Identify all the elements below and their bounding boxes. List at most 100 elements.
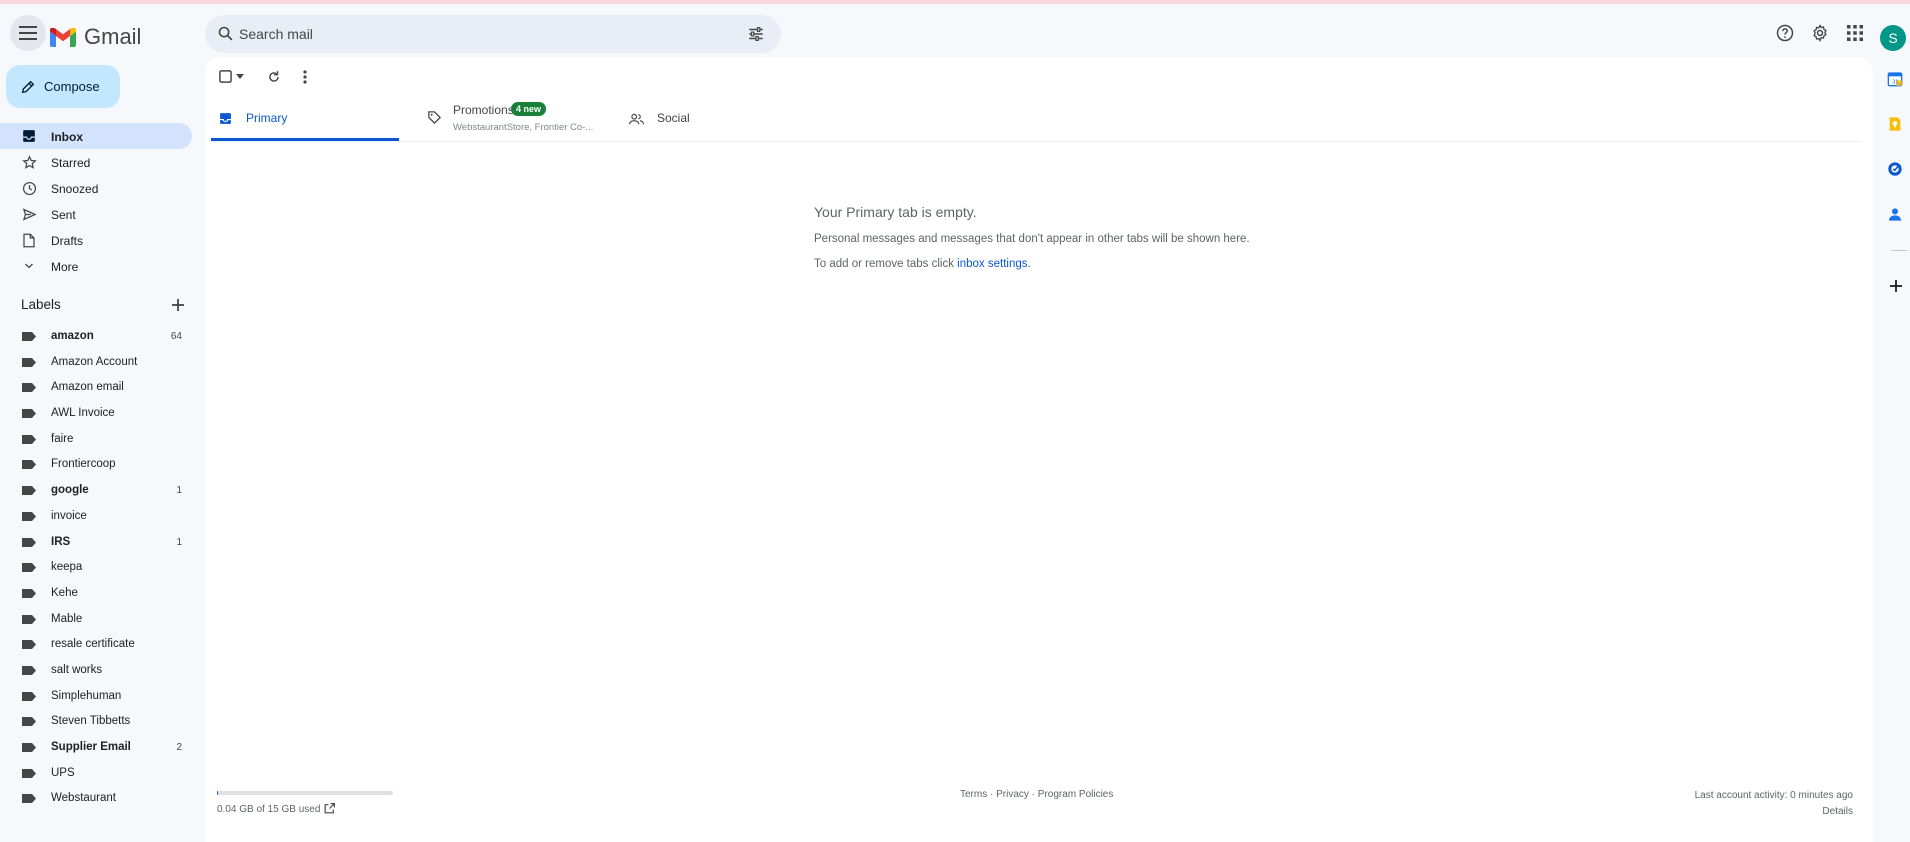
label-icon (22, 614, 36, 624)
label-name: Webstaurant (51, 792, 116, 805)
add-label-icon[interactable] (171, 298, 185, 312)
empty-state-title: Your Primary tab is empty. (814, 204, 977, 220)
label-icon (22, 486, 36, 496)
tab-social[interactable]: Social (621, 97, 809, 141)
sidebar-item-label: Inbox (51, 130, 83, 144)
label-icon (22, 768, 36, 778)
label-name: AWL Invoice (51, 407, 115, 420)
tab-primary[interactable]: Primary (211, 97, 399, 141)
label-item[interactable]: invoice (0, 504, 192, 530)
sidebar-item-more[interactable]: More (0, 253, 192, 279)
tasks-icon[interactable] (1887, 161, 1903, 177)
keep-icon[interactable] (1887, 116, 1903, 132)
select-dropdown-icon[interactable] (236, 74, 244, 79)
inbox-settings-link[interactable]: inbox settings (957, 258, 1027, 270)
label-icon (22, 717, 36, 727)
sidebar-item-label: Snoozed (51, 182, 99, 196)
search-input[interactable] (239, 24, 719, 44)
unread-count: 64 (170, 331, 182, 342)
label-name: Amazon email (51, 381, 124, 394)
labels-heading: Labels (21, 297, 61, 312)
storage-bar (217, 791, 393, 795)
apps-grid-icon[interactable] (1846, 24, 1864, 42)
search-icon[interactable] (217, 25, 234, 42)
label-item[interactable]: google 1 (0, 478, 192, 504)
label-name: IRS (51, 535, 71, 548)
label-item[interactable]: UPS (0, 761, 192, 787)
label-name: faire (51, 432, 74, 445)
label-icon (22, 563, 36, 573)
sidebar-nav: Inbox Starred Snoozed Sent Drafts More (0, 123, 192, 279)
label-item[interactable]: Simplehuman (0, 684, 192, 710)
contacts-icon[interactable] (1887, 206, 1903, 222)
sidebar-item-snoozed[interactable]: Snoozed (0, 175, 192, 201)
label-item[interactable]: faire (0, 427, 192, 453)
label-name: salt works (51, 663, 103, 676)
label-name: resale certificate (51, 638, 135, 651)
label-item[interactable]: Amazon Account (0, 350, 192, 376)
label-icon (22, 691, 36, 701)
label-name: Frontiercoop (51, 458, 116, 471)
label-icon (22, 460, 36, 470)
label-name: UPS (51, 766, 75, 779)
label-list: amazon 64 Amazon Account Amazon email AWL In… (0, 324, 192, 812)
gmail-logo (50, 27, 76, 47)
main-menu-button[interactable] (10, 15, 46, 51)
label-item[interactable]: IRS 1 (0, 530, 192, 556)
search-bar[interactable] (205, 15, 781, 53)
account-avatar[interactable]: S (1880, 25, 1906, 51)
footer-links[interactable]: Terms · Privacy · Program Policies (960, 789, 1113, 800)
inbox-icon (23, 130, 35, 142)
label-item[interactable]: Webstaurant (0, 786, 192, 812)
label-item[interactable]: resale certificate (0, 632, 192, 658)
label-item[interactable]: Amazon email (0, 375, 192, 401)
open-external-icon[interactable] (323, 802, 336, 815)
add-addon-icon[interactable] (1889, 279, 1903, 293)
label-icon (22, 588, 36, 598)
label-icon (22, 332, 36, 341)
sidebar-item-inbox[interactable]: Inbox (0, 123, 192, 149)
unread-count: 2 (176, 742, 182, 753)
calendar-icon[interactable]: 31 (1887, 71, 1903, 87)
label-item[interactable]: keepa (0, 555, 192, 581)
label-icon (22, 665, 36, 675)
compose-label: Compose (44, 79, 100, 94)
label-item[interactable]: Supplier Email 2 (0, 735, 192, 761)
sidebar-item-drafts[interactable]: Drafts (0, 227, 192, 253)
gmail-logo-link[interactable]: Gmail (50, 24, 141, 50)
unread-count: 1 (176, 485, 182, 497)
star-icon (21, 154, 37, 169)
label-item[interactable]: amazon 64 (0, 324, 192, 350)
last-activity-text: Last account activity: 0 minutes ago (1694, 790, 1853, 801)
empty-state-message: Personal messages and messages that don'… (814, 233, 1250, 245)
activity-details-link[interactable]: Details (1695, 804, 1853, 820)
storage-bar-fill (217, 791, 218, 795)
label-icon (22, 537, 36, 547)
sidebar-item-label: Sent (51, 208, 76, 222)
label-item[interactable]: salt works (0, 658, 192, 684)
unread-count: 1 (176, 536, 182, 548)
settings-icon[interactable] (1811, 24, 1829, 42)
label-name: Simplehuman (51, 689, 122, 702)
label-item[interactable]: Frontiercoop (0, 452, 192, 478)
label-icon (22, 434, 36, 444)
label-icon (22, 794, 36, 804)
label-item[interactable]: Kehe (0, 581, 192, 607)
label-item[interactable]: Steven Tibbetts (0, 709, 192, 735)
label-item[interactable]: AWL Invoice (0, 401, 192, 427)
more-options-icon[interactable] (303, 70, 307, 84)
sidebar-item-label: Drafts (51, 234, 84, 248)
clock-icon (22, 181, 36, 195)
tab-promotions[interactable]: Promotions 4 new WebstaurantStore, Front… (419, 97, 607, 141)
sidebar-item-sent[interactable]: Sent (0, 201, 192, 227)
filter-options-icon[interactable] (747, 25, 765, 43)
compose-button[interactable]: Compose (6, 65, 120, 108)
sidebar-item-starred[interactable]: Starred (0, 149, 192, 175)
inbox-tab-icon (220, 113, 231, 124)
label-name: Supplier Email (51, 741, 131, 753)
label-item[interactable]: Mable (0, 607, 192, 633)
main-panel: Primary Promotions 4 new WebstaurantStor… (205, 57, 1873, 842)
select-checkbox-icon[interactable] (219, 70, 232, 83)
refresh-icon[interactable] (267, 70, 281, 84)
help-icon[interactable] (1776, 24, 1794, 42)
